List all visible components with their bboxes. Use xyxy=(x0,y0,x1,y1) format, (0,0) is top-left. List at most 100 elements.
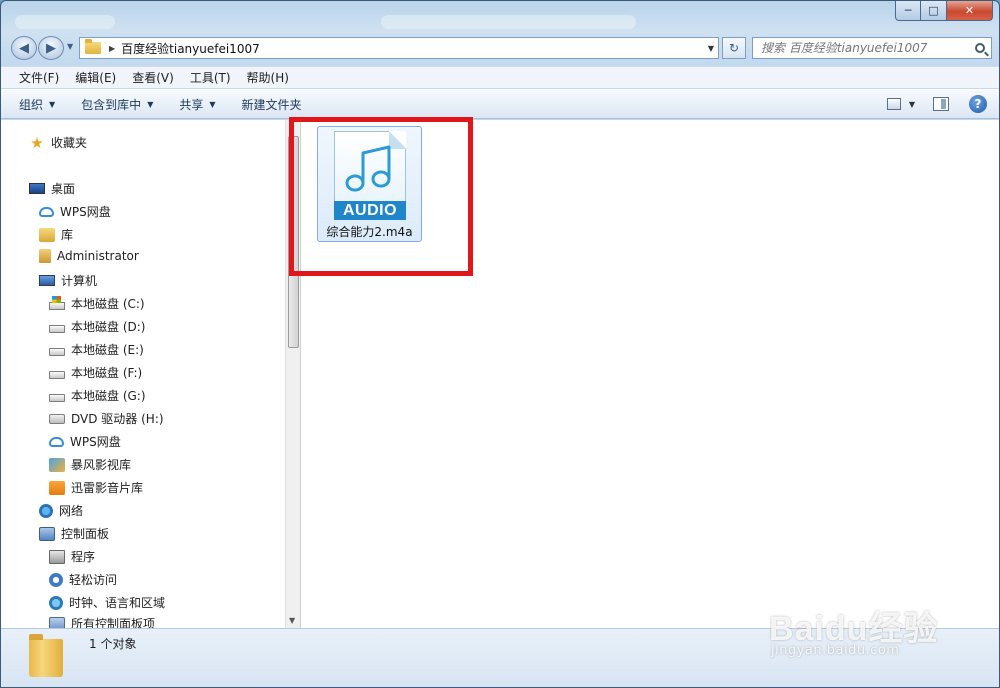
include-in-library-label: 包含到库中 xyxy=(81,97,142,112)
sidebar-item-administrator[interactable]: Administrator xyxy=(39,249,139,263)
include-in-library-button[interactable]: 包含到库中 ▼ xyxy=(81,96,153,113)
breadcrumb-arrow-icon[interactable]: ▶ xyxy=(109,44,115,53)
cloud-icon xyxy=(39,206,54,217)
recent-pages-dropdown[interactable]: ▼ xyxy=(67,42,73,51)
chevron-down-icon: ▼ xyxy=(209,99,216,109)
blurred-title-search xyxy=(381,15,636,29)
file-list-pane[interactable]: AUDIO 综合能力2.m4a xyxy=(302,120,999,628)
sidebar-item-label: 控制面板 xyxy=(61,527,110,541)
content-area: ★ 收藏夹 桌面 WPS网盘 库 Administrator 计算机 本地磁盘 … xyxy=(1,120,999,631)
scroll-down-icon[interactable]: ▼ xyxy=(289,616,295,625)
sidebar-item-clock-language[interactable]: 时钟、语言和区域 xyxy=(49,594,165,611)
sidebar-item-ease-of-access[interactable]: 轻松访问 xyxy=(49,571,117,588)
breadcrumb-current-folder[interactable]: 百度经验tianyuefei1007 xyxy=(121,40,260,57)
user-folder-icon xyxy=(39,249,51,263)
organize-button[interactable]: 组织 ▼ xyxy=(19,96,55,113)
computer-icon xyxy=(39,275,55,286)
audio-badge: AUDIO xyxy=(334,201,406,220)
sidebar-item-label: 轻松访问 xyxy=(69,573,118,587)
search-box[interactable] xyxy=(752,37,992,59)
chevron-down-icon: ▼ xyxy=(147,99,154,109)
close-button[interactable]: ✕ xyxy=(947,1,993,21)
view-dropdown-icon[interactable]: ▼ xyxy=(909,100,915,109)
cloud-icon xyxy=(49,436,64,447)
help-icon[interactable]: ? xyxy=(969,95,987,113)
sidebar-item-label: 暴风影视库 xyxy=(71,458,132,472)
sidebar-item-xunlei-library[interactable]: 迅雷影音片库 xyxy=(49,479,143,496)
drive-icon xyxy=(49,324,65,333)
search-input[interactable] xyxy=(761,41,961,55)
maximize-button[interactable]: □ xyxy=(921,1,947,21)
share-button[interactable]: 共享 ▼ xyxy=(179,96,215,113)
sidebar-item-programs[interactable]: 程序 xyxy=(49,548,95,565)
preview-pane-icon[interactable] xyxy=(933,97,949,111)
navigation-row: ◀ ▶ ▼ ▶ 百度经验tianyuefei1007 ▼ ↻ xyxy=(1,34,999,62)
sidebar-item-network[interactable]: 网络 xyxy=(39,502,83,519)
sidebar-item-label: 计算机 xyxy=(61,274,98,288)
item-count: 1 个对象 xyxy=(89,637,137,651)
drive-icon xyxy=(49,393,65,402)
blurred-title-text xyxy=(15,15,115,29)
network-icon xyxy=(39,503,53,518)
command-bar: 组织 ▼ 包含到库中 ▼ 共享 ▼ 新建文件夹 ▼ ? xyxy=(1,89,999,119)
menu-view[interactable]: 查看(V) xyxy=(124,69,182,86)
title-bar[interactable]: ─ □ ✕ xyxy=(1,1,999,33)
sidebar-item-control-panel[interactable]: 控制面板 xyxy=(39,525,109,542)
sidebar-item-label: 本地磁盘 (D:) xyxy=(71,320,146,334)
scrollbar-thumb[interactable] xyxy=(288,136,299,348)
search-icon[interactable] xyxy=(975,43,985,53)
sidebar-item-wps-cloud-2[interactable]: WPS网盘 xyxy=(49,433,121,450)
organize-label: 组织 xyxy=(19,97,44,112)
address-bar[interactable]: ▶ 百度经验tianyuefei1007 ▼ xyxy=(79,37,719,59)
back-button[interactable]: ◀ xyxy=(11,36,37,60)
menu-help[interactable]: 帮助(H) xyxy=(239,69,297,86)
new-folder-button[interactable]: 新建文件夹 xyxy=(242,96,302,113)
folder-icon xyxy=(29,634,63,677)
view-options-icon[interactable] xyxy=(886,98,901,110)
clock-language-icon xyxy=(49,595,63,610)
sidebar-item-drive-e[interactable]: 本地磁盘 (E:) xyxy=(49,341,144,358)
sidebar-item-label: 收藏夹 xyxy=(51,136,88,150)
watermark-url: jingyan.baidu.com xyxy=(771,643,900,658)
sidebar-item-baofeng-library[interactable]: 暴风影视库 xyxy=(49,456,131,473)
star-icon: ★ xyxy=(30,133,44,152)
minimize-button[interactable]: ─ xyxy=(895,1,921,21)
sidebar-item-favorites[interactable]: ★ 收藏夹 xyxy=(29,134,87,151)
sidebar-item-label: 网络 xyxy=(59,504,84,518)
library-icon xyxy=(39,227,55,242)
folder-icon xyxy=(85,39,101,54)
sidebar-item-label: 时钟、语言和区域 xyxy=(69,596,166,610)
sidebar-item-wps-cloud[interactable]: WPS网盘 xyxy=(39,203,111,220)
file-name[interactable]: 综合能力2.m4a xyxy=(318,223,421,240)
explorer-window: ─ □ ✕ ◀ ▶ ▼ ▶ 百度经验tianyuefei1007 ▼ ↻ 文件(… xyxy=(0,0,1000,688)
sidebar-item-computer[interactable]: 计算机 xyxy=(39,272,97,289)
sidebar-scrollbar[interactable]: ▼ xyxy=(285,120,301,628)
file-item[interactable]: AUDIO 综合能力2.m4a xyxy=(317,126,422,242)
sidebar-item-desktop[interactable]: 桌面 xyxy=(29,180,75,197)
sidebar-item-drive-c[interactable]: 本地磁盘 (C:) xyxy=(49,295,145,312)
xunlei-library-icon xyxy=(49,480,65,495)
sidebar-item-drive-g[interactable]: 本地磁盘 (G:) xyxy=(49,387,146,404)
refresh-button[interactable]: ↻ xyxy=(722,37,746,59)
programs-icon xyxy=(49,549,65,564)
address-dropdown-icon[interactable]: ▼ xyxy=(708,44,714,53)
menu-file[interactable]: 文件(F) xyxy=(11,69,67,86)
control-panel-icon xyxy=(39,526,55,541)
menu-edit[interactable]: 编辑(E) xyxy=(67,69,124,86)
sidebar-item-drive-f[interactable]: 本地磁盘 (F:) xyxy=(49,364,142,381)
sidebar-item-dvd-drive[interactable]: DVD 驱动器 (H:) xyxy=(49,410,164,427)
dvd-drive-icon xyxy=(49,413,65,424)
ease-of-access-icon xyxy=(49,572,63,587)
chevron-down-icon: ▼ xyxy=(49,99,56,109)
drive-icon xyxy=(49,347,65,356)
sidebar-item-label: DVD 驱动器 (H:) xyxy=(71,412,164,426)
forward-button[interactable]: ▶ xyxy=(38,36,64,60)
menu-tools[interactable]: 工具(T) xyxy=(182,69,239,86)
sidebar-item-libraries[interactable]: 库 xyxy=(39,226,73,243)
sidebar-item-drive-d[interactable]: 本地磁盘 (D:) xyxy=(49,318,145,335)
navigation-pane: ★ 收藏夹 桌面 WPS网盘 库 Administrator 计算机 本地磁盘 … xyxy=(1,120,285,631)
sidebar-item-label: 本地磁盘 (C:) xyxy=(71,297,145,311)
view-controls: ▼ ? xyxy=(886,95,987,113)
system-drive-icon xyxy=(49,295,65,310)
new-folder-label: 新建文件夹 xyxy=(241,97,302,112)
